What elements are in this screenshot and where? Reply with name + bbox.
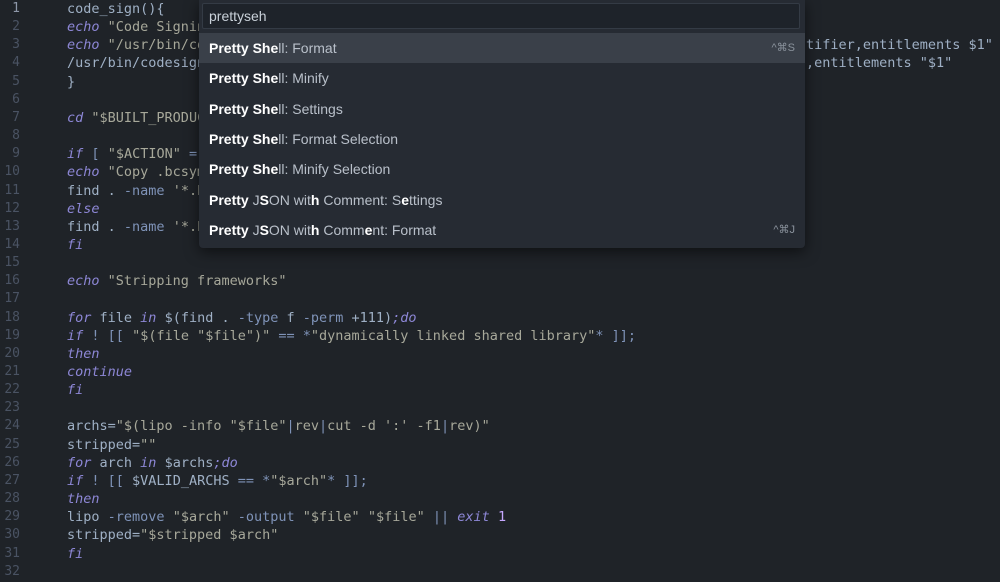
code-line[interactable]: if ! [[ "$(file "$file")" == *"dynamical… bbox=[67, 327, 636, 345]
code-line[interactable]: fi bbox=[67, 236, 83, 254]
command-item[interactable]: Pretty Shell: Minify bbox=[199, 63, 805, 93]
line-number: 18 bbox=[4, 309, 20, 325]
line-number: 26 bbox=[4, 454, 20, 470]
code-line[interactable]: echo "Stripping frameworks" bbox=[67, 272, 286, 290]
line-number: 23 bbox=[4, 400, 20, 416]
line-number: 12 bbox=[4, 200, 20, 216]
code-line[interactable]: then bbox=[67, 345, 100, 363]
line-number: 19 bbox=[4, 327, 20, 343]
command-item[interactable]: Pretty JSON with Comment: Format ^⌘J bbox=[199, 215, 805, 245]
line-number: 9 bbox=[12, 146, 20, 162]
line-number: 14 bbox=[4, 236, 20, 252]
command-label: Pretty Shell: Settings bbox=[209, 100, 343, 117]
line-number: 22 bbox=[4, 382, 20, 398]
line-number: 32 bbox=[4, 563, 20, 579]
code-line[interactable]: archs="$(lipo -info "$file"|rev|cut -d '… bbox=[67, 417, 490, 435]
code-line[interactable]: fi bbox=[67, 381, 83, 399]
command-search-input[interactable]: prettyseh bbox=[202, 3, 800, 29]
code-line[interactable]: if [ "$ACTION" = bbox=[67, 145, 197, 163]
command-palette: prettyseh Pretty Shell: Format ^⌘S Pretty … bbox=[199, 0, 805, 248]
code-line[interactable]: for arch in $archs;do bbox=[67, 454, 238, 472]
line-number: 21 bbox=[4, 364, 20, 379]
overflow-line-3: tifier,entitlements $1" bbox=[806, 37, 993, 53]
line-number: 2 bbox=[12, 19, 20, 35]
line-number: 17 bbox=[4, 291, 20, 307]
line-number: 28 bbox=[4, 491, 20, 507]
line-number: 8 bbox=[12, 128, 20, 144]
code-line[interactable]: then bbox=[67, 490, 100, 508]
line-number: 3 bbox=[12, 37, 20, 53]
command-label: Pretty JSON with Comment: Settings bbox=[209, 191, 443, 208]
line-number: 25 bbox=[4, 436, 20, 452]
line-number: 4 bbox=[12, 55, 20, 71]
keybinding-label: ^⌘J bbox=[773, 223, 795, 236]
line-number: 16 bbox=[4, 273, 20, 289]
line-number: 6 bbox=[12, 91, 20, 107]
line-number: 10 bbox=[4, 164, 20, 180]
line-number-gutter: 1 2 3 4 5 6 7 8 9 10 11 12 13 14 15 16 17 18 19 20 21 22 23 24 2… bbox=[0, 0, 50, 582]
line-number: 5 bbox=[12, 73, 20, 89]
code-line[interactable]: /usr/bin/codesign bbox=[67, 54, 205, 72]
line-number: 1 bbox=[12, 1, 20, 16]
command-item[interactable]: Pretty Shell: Format ^⌘S bbox=[199, 33, 805, 63]
line-number: 7 bbox=[12, 109, 20, 125]
line-number: 30 bbox=[4, 527, 20, 543]
line-number: 29 bbox=[4, 509, 20, 525]
code-line[interactable]: fi bbox=[67, 545, 83, 563]
keybinding-label: ^⌘S bbox=[771, 42, 796, 54]
command-label: Pretty Shell: Minify bbox=[209, 70, 329, 87]
line-number: 13 bbox=[4, 218, 20, 234]
code-line[interactable]: stripped="$stripped $arch" bbox=[67, 526, 278, 544]
command-label: Pretty Shell: Format Selection bbox=[209, 130, 399, 147]
command-item[interactable]: Pretty Shell: Minify Selection bbox=[199, 154, 805, 184]
line-number: 11 bbox=[4, 182, 20, 198]
command-item[interactable]: Pretty Shell: Settings bbox=[199, 94, 805, 124]
code-line[interactable]: if ! [[ $VALID_ARCHS == *"$arch"* ]]; bbox=[67, 472, 368, 490]
command-label: Pretty JSON with Comment: Format bbox=[209, 221, 437, 238]
line-number: 27 bbox=[4, 472, 20, 488]
command-label: Pretty Shell: Minify Selection bbox=[209, 161, 391, 178]
command-item[interactable]: Pretty Shell: Format Selection bbox=[199, 124, 805, 154]
code-line[interactable]: stripped="" bbox=[67, 436, 156, 454]
code-line[interactable]: } bbox=[67, 73, 75, 91]
code-line[interactable]: lipo -remove "$arch" -output "$file" "$f… bbox=[67, 508, 506, 526]
line-number: 31 bbox=[4, 545, 20, 561]
line-number: 24 bbox=[4, 418, 20, 434]
line-number: 20 bbox=[4, 345, 20, 361]
code-line[interactable]: else bbox=[67, 200, 100, 218]
code-line[interactable]: code_sign(){ bbox=[67, 0, 165, 18]
line-number: 15 bbox=[4, 255, 20, 271]
command-label: Pretty Shell: Format bbox=[209, 40, 337, 56]
code-line[interactable]: continue bbox=[67, 363, 132, 381]
code-line[interactable]: for file in $(find . -type f -perm +111)… bbox=[67, 309, 417, 327]
overflow-line-4: ,entitlements "$1" bbox=[806, 55, 953, 71]
command-item[interactable]: Pretty JSON with Comment: Settings bbox=[199, 185, 805, 215]
